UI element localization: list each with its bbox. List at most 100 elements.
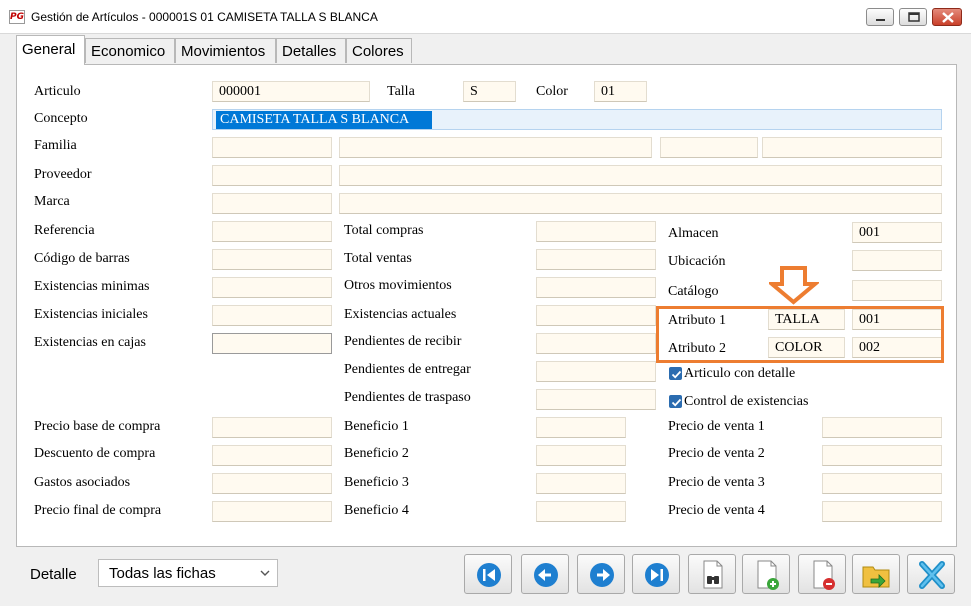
talla-label: Talla	[387, 84, 415, 99]
existencias-iniciales-field[interactable]	[212, 305, 332, 326]
concepto-label: Concepto	[34, 111, 88, 126]
precio-venta2-field[interactable]	[822, 445, 942, 466]
exit-button[interactable]	[907, 554, 955, 594]
existencias-cajas-field[interactable]	[212, 333, 332, 354]
beneficio4-label: Beneficio 4	[344, 503, 409, 518]
beneficio2-label: Beneficio 2	[344, 446, 409, 461]
chevron-down-icon	[260, 570, 270, 576]
close-icon	[942, 12, 954, 23]
precio-venta3-label: Precio de venta 3	[668, 475, 765, 490]
beneficio1-field[interactable]	[536, 417, 626, 438]
articulo-detalle-checkbox[interactable]	[669, 367, 682, 380]
new-record-button[interactable]	[742, 554, 790, 594]
precio-base-label: Precio base de compra	[34, 419, 161, 434]
control-existencias-checkbox[interactable]	[669, 395, 682, 408]
concepto-field[interactable]: CAMISETA TALLA S BLANCA	[212, 109, 942, 130]
total-ventas-field[interactable]	[536, 249, 656, 270]
referencia-field[interactable]	[212, 221, 332, 242]
descuento-field[interactable]	[212, 445, 332, 466]
existencias-iniciales-label: Existencias iniciales	[34, 307, 148, 322]
ubicacion-field[interactable]	[852, 250, 942, 271]
close-window-button[interactable]	[932, 8, 962, 26]
precio-final-label: Precio final de compra	[34, 503, 162, 518]
previous-record-button[interactable]	[521, 554, 569, 594]
tab-general[interactable]: General	[16, 35, 85, 65]
control-existencias-label: Control de existencias	[684, 394, 809, 409]
familia-name-field[interactable]	[339, 137, 652, 158]
export-button[interactable]	[852, 554, 900, 594]
search-icon	[703, 560, 723, 589]
familia-sub-code-field[interactable]	[660, 137, 758, 158]
pendientes-recibir-field[interactable]	[536, 333, 656, 354]
precio-venta2-label: Precio de venta 2	[668, 446, 765, 461]
total-ventas-label: Total ventas	[344, 251, 412, 266]
marca-name-field[interactable]	[339, 193, 942, 214]
delete-record-icon	[813, 560, 835, 590]
minimize-button[interactable]	[866, 8, 894, 26]
beneficio3-label: Beneficio 3	[344, 475, 409, 490]
articulo-field[interactable]: 000001	[212, 81, 370, 102]
catalogo-label: Catálogo	[668, 284, 719, 299]
talla-field[interactable]: S	[463, 81, 516, 102]
beneficio2-field[interactable]	[536, 445, 626, 466]
attribute-highlight-box	[656, 306, 944, 363]
tab-economico[interactable]: Economico	[85, 38, 175, 63]
detalle-select[interactable]: Todas las fichas	[98, 559, 278, 587]
almacen-field[interactable]: 001	[852, 222, 942, 243]
precio-venta3-field[interactable]	[822, 473, 942, 494]
existencias-minimas-label: Existencias minimas	[34, 279, 150, 294]
next-record-icon	[590, 563, 614, 587]
proveedor-name-field[interactable]	[339, 165, 942, 186]
codigo-barras-field[interactable]	[212, 249, 332, 270]
detalle-label: Detalle	[30, 566, 77, 583]
color-field[interactable]: 01	[594, 81, 647, 102]
tab-colores[interactable]: Colores	[346, 38, 412, 63]
precio-venta4-label: Precio de venta 4	[668, 503, 765, 518]
last-record-button[interactable]	[632, 554, 680, 594]
precio-final-field[interactable]	[212, 501, 332, 522]
search-button[interactable]	[688, 554, 736, 594]
precio-venta1-label: Precio de venta 1	[668, 419, 765, 434]
delete-record-button[interactable]	[798, 554, 846, 594]
detalle-select-value: Todas las fichas	[109, 565, 216, 582]
total-compras-field[interactable]	[536, 221, 656, 242]
tab-detalles[interactable]: Detalles	[276, 38, 346, 63]
proveedor-label: Proveedor	[34, 167, 92, 182]
color-label: Color	[536, 84, 568, 99]
gastos-field[interactable]	[212, 473, 332, 494]
last-record-icon	[645, 563, 669, 587]
existencias-minimas-field[interactable]	[212, 277, 332, 298]
familia-code-field[interactable]	[212, 137, 332, 158]
referencia-label: Referencia	[34, 223, 95, 238]
precio-base-field[interactable]	[212, 417, 332, 438]
maximize-button[interactable]	[899, 8, 927, 26]
beneficio3-field[interactable]	[536, 473, 626, 494]
articulo-detalle-label: Articulo con detalle	[684, 366, 796, 381]
minimize-icon	[876, 19, 885, 21]
existencias-cajas-label: Existencias en cajas	[34, 335, 146, 350]
pendientes-recibir-label: Pendientes de recibir	[344, 334, 462, 349]
existencias-actuales-field[interactable]	[536, 305, 656, 326]
precio-venta4-field[interactable]	[822, 501, 942, 522]
pendientes-traspaso-field[interactable]	[536, 389, 656, 410]
beneficio4-field[interactable]	[536, 501, 626, 522]
pendientes-entregar-label: Pendientes de entregar	[344, 362, 471, 377]
exit-icon	[919, 561, 945, 589]
familia-sub-name-field[interactable]	[762, 137, 942, 158]
catalogo-field[interactable]	[852, 280, 942, 301]
previous-record-icon	[534, 563, 558, 587]
first-record-button[interactable]	[464, 554, 512, 594]
down-arrow-icon	[769, 266, 819, 305]
concepto-selected-text: CAMISETA TALLA S BLANCA	[216, 111, 432, 129]
almacen-label: Almacen	[668, 226, 719, 241]
next-record-button[interactable]	[577, 554, 625, 594]
pendientes-entregar-field[interactable]	[536, 361, 656, 382]
checkmark-icon	[671, 370, 682, 379]
marca-code-field[interactable]	[212, 193, 332, 214]
otros-movimientos-field[interactable]	[536, 277, 656, 298]
tab-movimientos[interactable]: Movimientos	[175, 38, 276, 63]
proveedor-code-field[interactable]	[212, 165, 332, 186]
precio-venta1-field[interactable]	[822, 417, 942, 438]
app-logo-icon: PG	[9, 10, 25, 24]
descuento-label: Descuento de compra	[34, 446, 156, 461]
